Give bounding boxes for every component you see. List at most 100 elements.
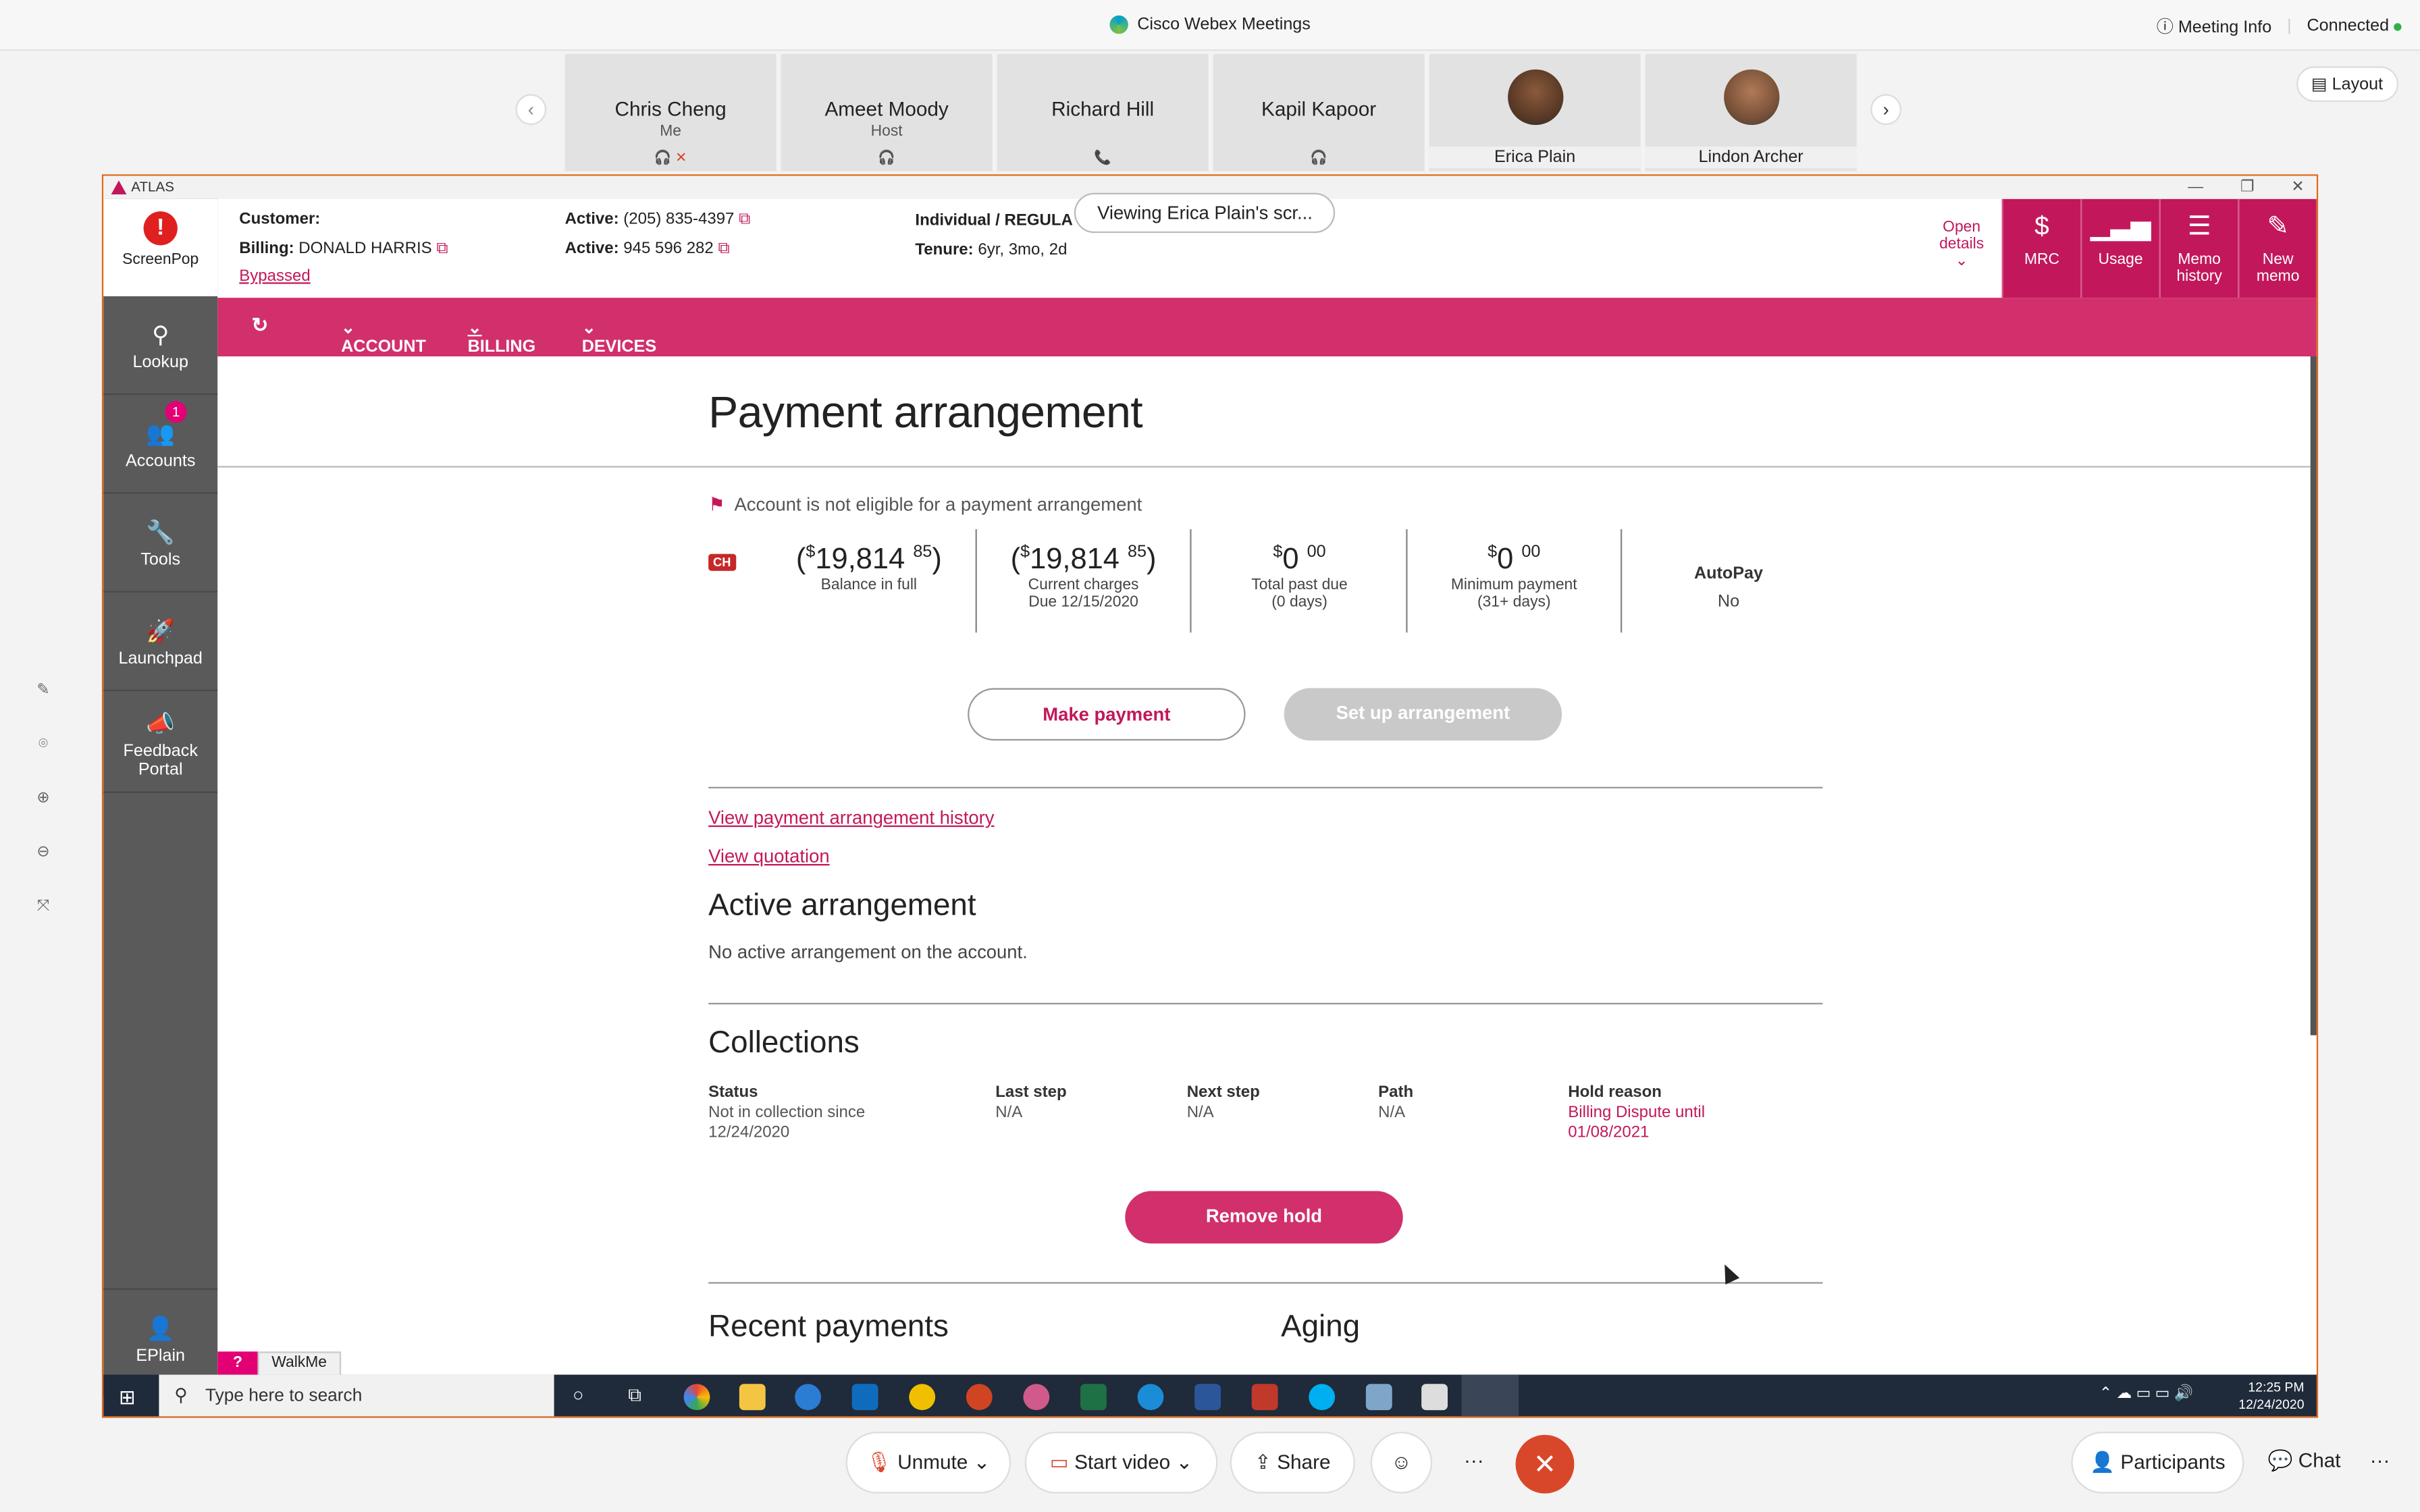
screenpop-button[interactable]: ! ScreenPop [103,198,218,296]
start-video-button[interactable]: ▭ Start video ⌄ [1024,1432,1218,1494]
ie-icon[interactable] [795,1384,821,1411]
zoom-in-icon[interactable]: ⊕ [26,772,60,826]
fit-icon[interactable]: ⤧ [26,880,60,934]
atlas-sidebar: ! ScreenPop ⚲ Lookup 1 👥 Accounts 🔧 Tool… [103,198,218,1397]
walkme-widget[interactable]: ? WalkMe [217,1351,341,1376]
aging-title: Aging [1281,1310,1361,1344]
task-view-icon[interactable]: ⧉ [628,1384,641,1407]
edge-icon[interactable] [1137,1384,1164,1411]
skype-icon[interactable] [1309,1384,1336,1411]
sidebar-item-lookup[interactable]: ⚲ Lookup [103,296,218,396]
smiley-icon: ☺ [1391,1450,1412,1474]
chat-button[interactable]: 💬 Chat [2251,1432,2359,1493]
active-arrangement-title: Active arrangement [708,888,976,923]
app-icon[interactable] [1023,1384,1050,1411]
connection-status: Connected [2307,17,2402,36]
avatar [1722,69,1779,126]
search-icon: ⚲ [174,1386,188,1406]
taskbar-search-input[interactable]: ⚲ Type here to search [159,1374,554,1417]
collections-path: Path N/A [1378,1083,1414,1122]
outlook-icon[interactable] [851,1384,878,1411]
participant-tile[interactable]: Erica Plain [1429,53,1641,171]
participant-tile[interactable]: Kapil Kapoor 🎧 [1213,53,1425,171]
sharing-tooltip: Viewing Erica Plain's scr... [1074,192,1336,234]
close-icon[interactable]: ✕ [2291,176,2304,199]
participant-strip: ‹ Chris Cheng Me 🎧 ✕ Ameet Moody Host 🎧 … [0,51,2420,171]
sidebar-item-accounts[interactable]: 1 👥 Accounts [103,395,218,494]
remove-hold-button[interactable]: Remove hold [1125,1191,1403,1244]
network-app-icon[interactable] [1365,1384,1392,1411]
setup-arrangement-button[interactable]: Set up arrangement [1284,688,1562,741]
nav-billing[interactable]: BILLING ⌄ [468,318,536,356]
video-off-icon: ▭ [1049,1450,1069,1474]
acrobat-icon[interactable] [1251,1384,1278,1411]
tray-icons: ⌃ ☁ ▭ ▭ 🔊 [2099,1385,2193,1403]
copy-icon[interactable]: ⧉ [718,239,729,257]
current-charges: ($19,814 85) Current charges Due 12/15/2… [1010,543,1157,612]
collections-next-step: Next step N/A [1186,1083,1260,1122]
sidebar-item-tools[interactable]: 🔧 Tools [103,493,218,593]
annotation-toolbar: ✎ ⌾ ⊕ ⊖ ⤧ [26,664,60,934]
open-details-button[interactable]: Open details ⌄ [1930,219,1992,270]
bypassed-link[interactable]: Bypassed [239,267,310,285]
memo-history-button[interactable]: ☰ Memo history [2159,198,2238,298]
more-options-button[interactable]: ··· [1443,1432,1504,1493]
webex-title: Cisco Webex Meetings [1137,15,1311,34]
collections-hold-reason: Hold reason Billing Dispute until 01/08/20… [1568,1083,1706,1142]
more-menu-button[interactable]: ··· [2359,1432,2402,1493]
customer-label: Customer: [239,209,321,229]
sidebar-item-launchpad[interactable]: 🚀 Launchpad [103,593,218,691]
usage-button[interactable]: ▁▃▅ Usage [2080,198,2159,298]
chrome-icon[interactable] [683,1384,710,1411]
nav-devices[interactable]: DEVICES ⌄ [582,318,656,356]
word-icon[interactable] [1194,1384,1221,1411]
mrc-button[interactable]: $ MRC [2001,198,2081,298]
pointer-icon[interactable]: ⌾ [26,718,60,772]
powerpoint-icon[interactable] [966,1384,993,1411]
copy-icon[interactable]: ⧉ [739,210,750,228]
document-app-icon[interactable] [1421,1384,1448,1411]
refresh-icon[interactable]: ↻ [252,313,269,338]
share-button[interactable]: ⇪ Share [1230,1432,1355,1494]
active-line-1: Active: (205) 835-4397 ⧉ [564,209,751,229]
tasks-icon[interactable] [909,1384,936,1411]
chat-bubble-icon: 💬 [2267,1449,2293,1472]
file-explorer-icon[interactable] [739,1384,766,1411]
participant-tile[interactable]: Richard Hill 📞 [997,53,1209,171]
meeting-controls: 🎙 Unmute ⌄ ▭ Start video ⌄ ⇪ Share ☺ ···… [0,1422,2420,1512]
collections-status: Status Not in collection since 12/24/2020 [708,1083,866,1142]
sidebar-item-feedback[interactable]: 📣 Feedback Portal [103,691,218,793]
strip-prev-button[interactable]: ‹ [515,94,547,126]
scrollbar[interactable] [2310,356,2317,1035]
meeting-info-button[interactable]: ⓘ Meeting Info [2157,14,2272,39]
end-call-button[interactable]: ✕ [1515,1434,1575,1494]
atlas-taskbar-icon[interactable] [1461,1374,1519,1417]
close-icon: ✕ [1533,1449,1557,1480]
reactions-button[interactable]: ☺ [1370,1432,1433,1494]
cortana-icon[interactable]: ○ [573,1384,584,1405]
participants-button[interactable]: 👤 Participants [2071,1432,2244,1494]
layout-button[interactable]: ▤ Layout [2296,66,2398,102]
excel-icon[interactable] [1080,1384,1107,1411]
recent-payments-title: Recent payments [708,1310,949,1344]
collections-last-step: Last step N/A [995,1083,1067,1122]
page-title: Payment arrangement [708,388,1143,439]
active-arrangement-text: No active arrangement on the account. [708,941,1028,963]
make-payment-button[interactable]: Make payment [968,688,1246,741]
view-quotation-link[interactable]: View quotation [708,846,829,867]
participant-tile[interactable]: Chris Cheng Me 🎧 ✕ [564,53,777,171]
zoom-out-icon[interactable]: ⊖ [26,826,60,880]
windows-start-icon[interactable]: ⊞ [119,1386,136,1411]
nav-account[interactable]: ACCOUNT ⌄ [341,318,426,356]
list-icon: ☰ [2187,211,2211,241]
view-arrangement-history-link[interactable]: View payment arrangement history [708,807,994,828]
pen-icon[interactable]: ✎ [26,664,60,718]
restore-icon[interactable]: ❐ [2240,176,2254,199]
copy-icon[interactable]: ⧉ [436,239,448,257]
participant-tile[interactable]: Ameet Moody Host 🎧 [781,53,993,171]
minimize-icon[interactable]: — [2188,176,2203,199]
unmute-button[interactable]: 🎙 Unmute ⌄ [845,1432,1011,1494]
new-memo-button[interactable]: ✎ New memo [2238,198,2317,298]
strip-next-button[interactable]: › [1870,94,1901,126]
participant-tile[interactable]: Lindon Archer [1645,53,1857,171]
